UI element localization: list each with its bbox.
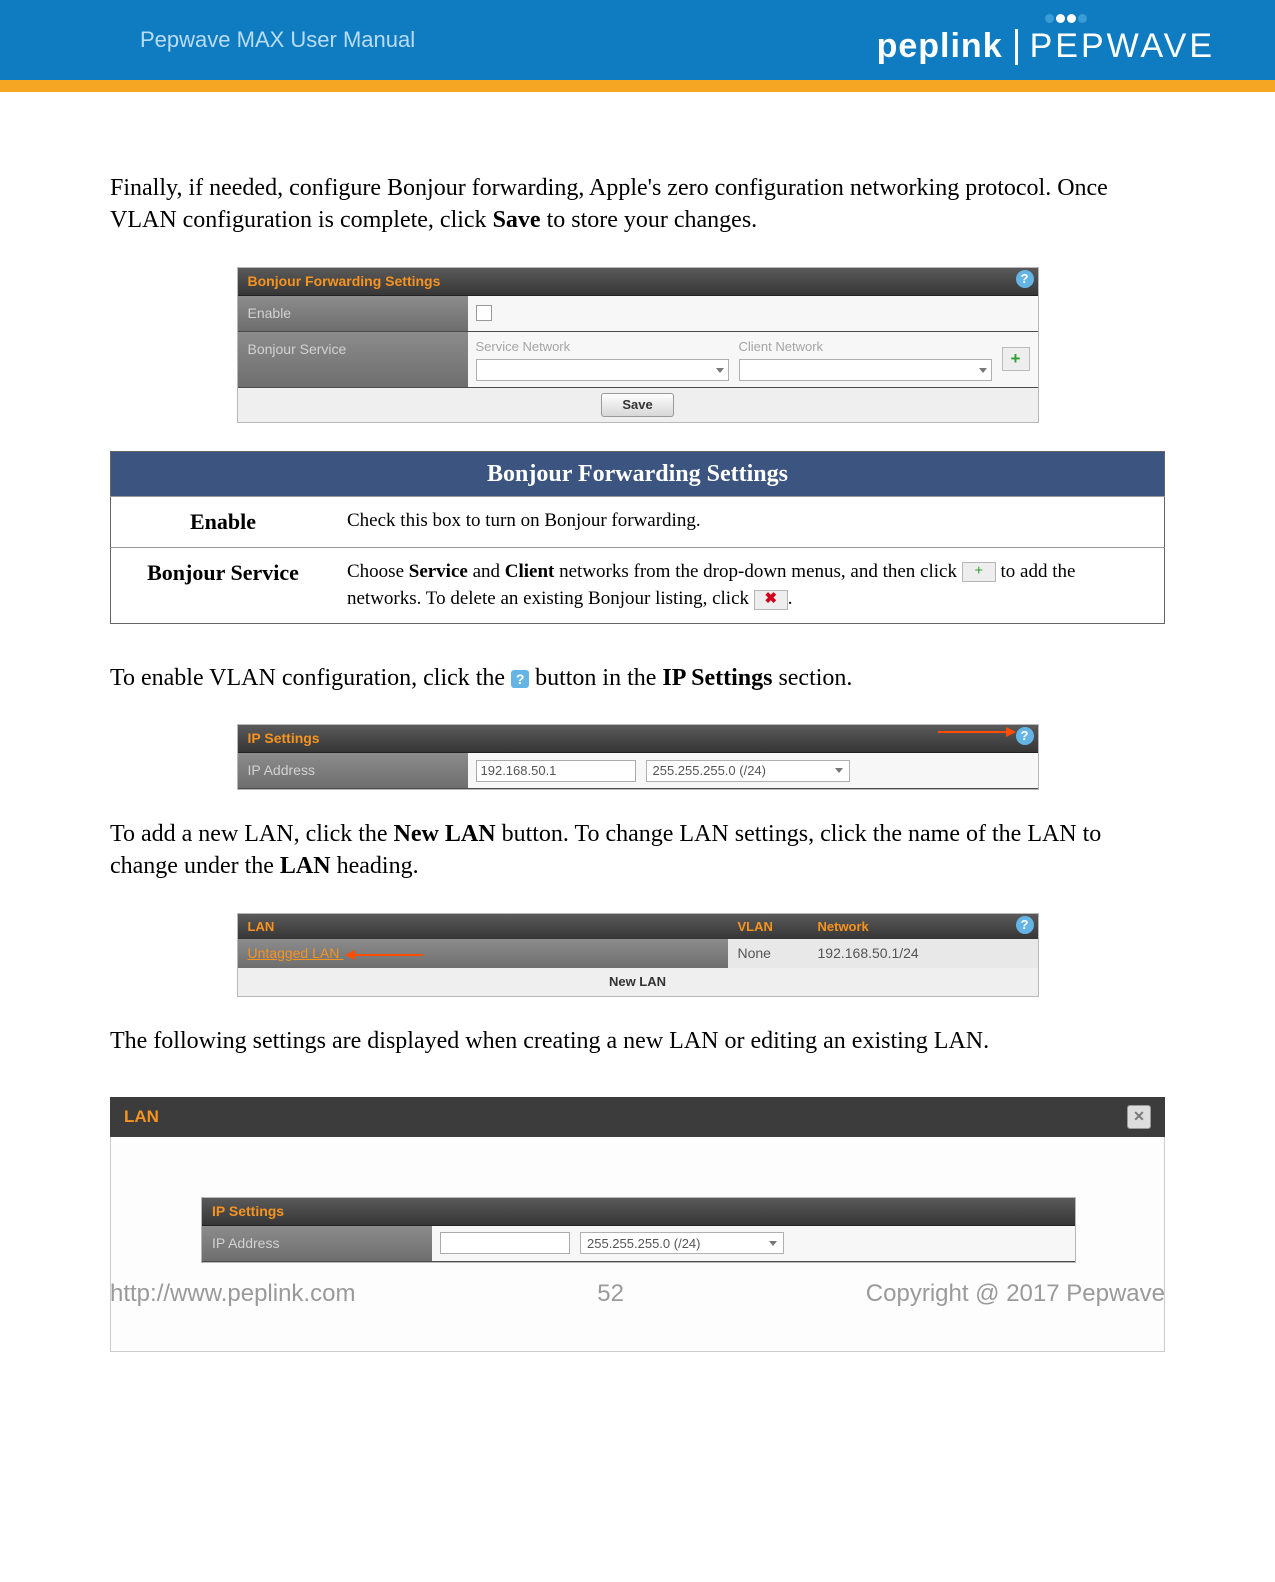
top-banner: Pepwave MAX User Manual peplink PEPWAVE bbox=[0, 0, 1275, 80]
help-icon[interactable]: ? bbox=[1016, 727, 1034, 745]
lan-edit-mask-value: 255.255.255.0 (/24) bbox=[587, 1235, 700, 1253]
ip-address-input[interactable] bbox=[476, 760, 636, 782]
desc-service-desc: Choose Service and Client networks from … bbox=[335, 547, 1165, 623]
footer-page: 52 bbox=[597, 1280, 624, 1308]
manual-title: Pepwave MAX User Manual bbox=[140, 27, 415, 53]
enable-checkbox[interactable] bbox=[476, 305, 492, 321]
help-icon[interactable]: ? bbox=[1016, 270, 1034, 288]
lan-edit-ip-title: IP Settings bbox=[212, 1203, 284, 1219]
desc-service-name: Bonjour Service bbox=[111, 547, 336, 623]
chevron-down-icon bbox=[979, 368, 987, 373]
lan-network-value: 192.168.50.1/24 bbox=[808, 939, 988, 968]
enable-label: Enable bbox=[238, 296, 468, 331]
client-network-label: Client Network bbox=[739, 338, 992, 356]
service-network-label: Service Network bbox=[476, 338, 729, 356]
logo-dots-icon bbox=[1045, 14, 1087, 23]
lan-row: Untagged LAN None 192.168.50.1/24 bbox=[238, 939, 1038, 968]
lan-name-link[interactable]: Untagged LAN bbox=[248, 945, 340, 961]
vlan-col-header: VLAN bbox=[728, 914, 808, 940]
network-col-header: Network bbox=[808, 914, 1038, 940]
logo-divider bbox=[1015, 29, 1018, 65]
ip-settings-title: IP Settings bbox=[248, 730, 320, 746]
bonjour-panel-title: Bonjour Forwarding Settings bbox=[248, 273, 441, 289]
bonjour-desc-table: Bonjour Forwarding Settings Enable Check… bbox=[110, 451, 1165, 624]
desc-table-header: Bonjour Forwarding Settings bbox=[111, 451, 1165, 496]
vlan-enable-paragraph: To enable VLAN configuration, click the … bbox=[110, 662, 1165, 694]
desc-enable-desc: Check this box to turn on Bonjour forwar… bbox=[335, 497, 1165, 548]
arrow-right-icon bbox=[938, 731, 1008, 733]
save-button[interactable]: Save bbox=[601, 393, 673, 417]
chevron-down-icon bbox=[716, 368, 724, 373]
client-network-select[interactable] bbox=[739, 359, 992, 381]
add-network-button[interactable]: + bbox=[1002, 347, 1030, 371]
desc-enable-name: Enable bbox=[111, 497, 336, 548]
intro-paragraph: Finally, if needed, configure Bonjour fo… bbox=[110, 172, 1165, 237]
bonjour-service-label: Bonjour Service bbox=[238, 332, 468, 388]
subnet-mask-value: 255.255.255.0 (/24) bbox=[653, 762, 766, 780]
close-icon[interactable]: ✕ bbox=[1127, 1105, 1151, 1129]
lan-list-panel: LAN VLAN Network ? Untagged LAN None 192… bbox=[237, 913, 1039, 997]
footer-copyright: Copyright @ 2017 Pepwave bbox=[866, 1280, 1165, 1308]
lan-vlan-value: None bbox=[728, 939, 808, 968]
lan-edit-ip-panel: IP Settings IP Address 255.255.255.0 (/2… bbox=[201, 1197, 1076, 1263]
help-icon: ? bbox=[511, 670, 529, 688]
new-lan-paragraph: To add a new LAN, click the New LAN butt… bbox=[110, 818, 1165, 883]
page-footer: http://www.peplink.com 52 Copyright @ 20… bbox=[110, 1280, 1165, 1308]
lan-edit-mask-select[interactable]: 255.255.255.0 (/24) bbox=[580, 1232, 784, 1254]
footer-url: http://www.peplink.com bbox=[110, 1280, 355, 1308]
arrow-left-icon bbox=[353, 954, 423, 956]
lan-edit-ip-input[interactable] bbox=[440, 1232, 570, 1254]
lan-edit-section: LAN ✕ IP Settings IP Address 255.255.255… bbox=[110, 1097, 1165, 1352]
new-lan-button[interactable]: New LAN bbox=[238, 968, 1038, 996]
delete-icon: ✖ bbox=[754, 590, 788, 610]
ip-settings-panel: IP Settings ? IP Address 255.255.255.0 (… bbox=[237, 724, 1039, 790]
help-icon[interactable]: ? bbox=[1016, 916, 1034, 934]
lan-col-header: LAN bbox=[238, 914, 728, 940]
logo: peplink PEPWAVE bbox=[877, 14, 1215, 66]
chevron-down-icon bbox=[835, 768, 843, 773]
brand-peplink: peplink bbox=[877, 27, 1003, 66]
lan-edit-ip-label: IP Address bbox=[202, 1226, 432, 1261]
subnet-mask-select[interactable]: 255.255.255.0 (/24) bbox=[646, 760, 850, 782]
ip-address-label: IP Address bbox=[238, 753, 468, 788]
plus-icon: + bbox=[962, 562, 996, 582]
after-list-paragraph: The following settings are displayed whe… bbox=[110, 1025, 1165, 1057]
chevron-down-icon bbox=[769, 1241, 777, 1246]
service-network-select[interactable] bbox=[476, 359, 729, 381]
bonjour-settings-panel: Bonjour Forwarding Settings ? Enable Bon… bbox=[237, 267, 1039, 423]
orange-bar bbox=[0, 80, 1275, 92]
lan-edit-title: LAN bbox=[124, 1106, 159, 1129]
brand-pepwave: PEPWAVE bbox=[1030, 27, 1215, 66]
